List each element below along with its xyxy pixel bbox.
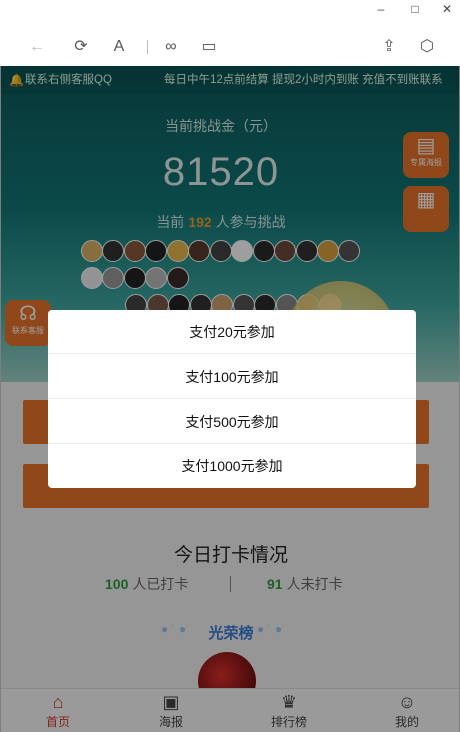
window-titlebar: – □ ✕ (0, 0, 460, 22)
cube-icon[interactable]: ⬡ (416, 36, 438, 58)
payment-option-sheet: 支付20元参加 支付100元参加 支付500元参加 支付1000元参加 (48, 310, 416, 488)
link-icon[interactable]: ∞ (160, 36, 182, 58)
back-icon[interactable]: ← (26, 36, 48, 58)
browser-toolbar: ← ⟳ A ∞ ▭ ⇪ ⬡ (0, 28, 460, 66)
reader-view-icon[interactable]: ▭ (198, 36, 220, 58)
close-button[interactable]: ✕ (432, 0, 460, 20)
maximize-button[interactable]: □ (400, 0, 430, 20)
pay-100-option[interactable]: 支付100元参加 (48, 355, 416, 399)
pay-20-option[interactable]: 支付20元参加 (48, 310, 416, 354)
pay-500-option[interactable]: 支付500元参加 (48, 400, 416, 444)
share-icon[interactable]: ⇪ (378, 36, 400, 58)
minimize-button[interactable]: – (366, 0, 396, 20)
toolbar-divider (147, 40, 148, 54)
font-size-icon[interactable]: A (108, 36, 130, 58)
refresh-icon[interactable]: ⟳ (70, 36, 92, 58)
pay-1000-option[interactable]: 支付1000元参加 (48, 444, 416, 488)
